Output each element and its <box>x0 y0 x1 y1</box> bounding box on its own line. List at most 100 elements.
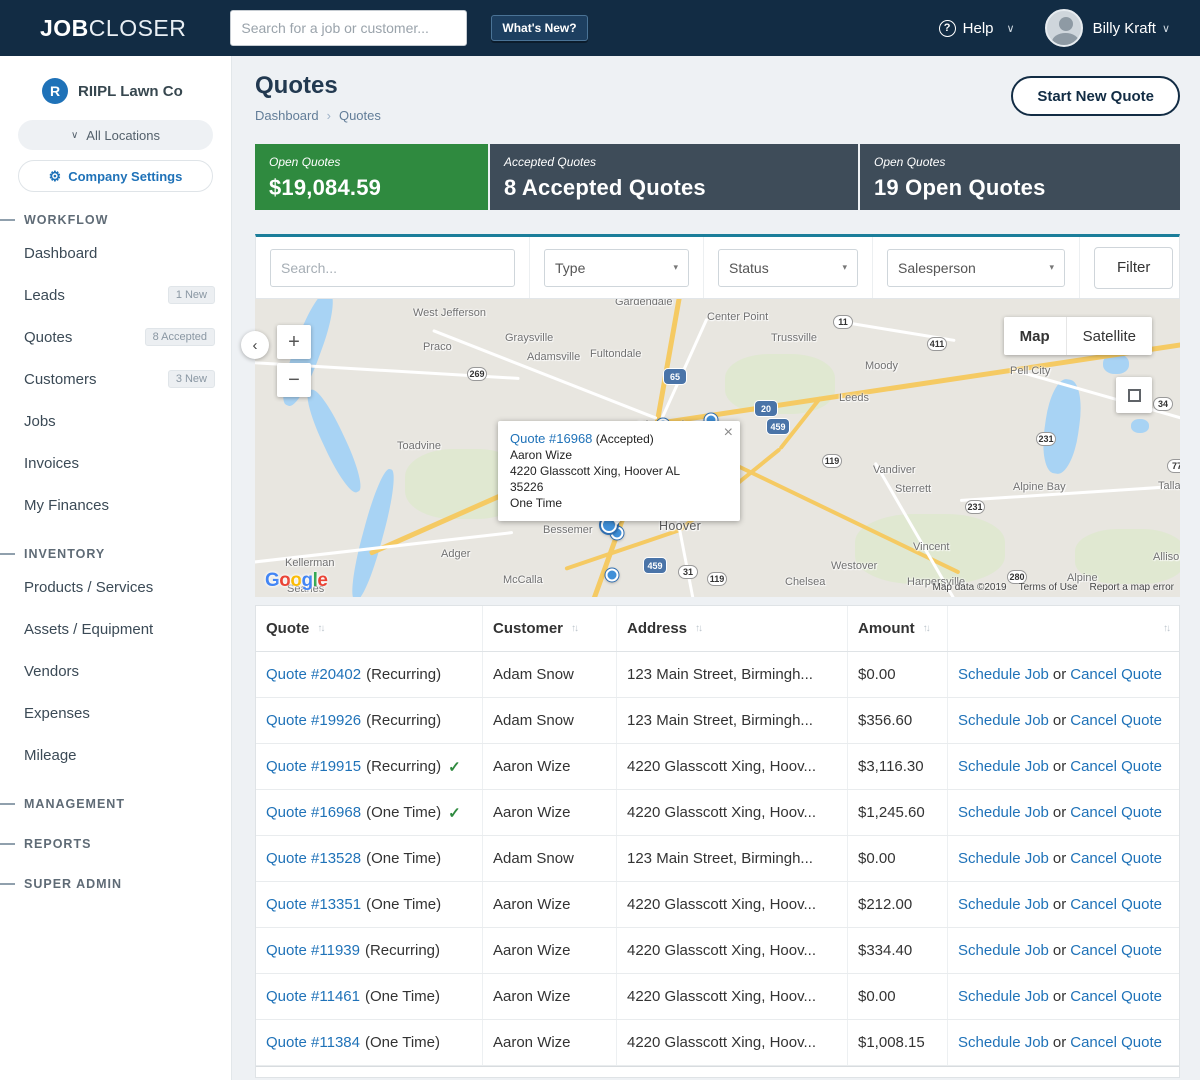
status-select[interactable]: Status ▾ <box>718 249 858 287</box>
cancel-quote-link[interactable]: Cancel Quote <box>1070 804 1162 821</box>
schedule-job-link[interactable]: Schedule Job <box>958 1034 1049 1051</box>
breadcrumb-current: Quotes <box>339 108 381 123</box>
sidebar-item-customers[interactable]: Customers3 New <box>0 358 231 400</box>
column-header-actions[interactable]: ↑↓ <box>948 606 1179 651</box>
cancel-quote-link[interactable]: Cancel Quote <box>1070 712 1162 729</box>
sidebar-item-vendors[interactable]: Vendors <box>0 650 231 692</box>
sidebar-item-expenses[interactable]: Expenses <box>0 692 231 734</box>
sidebar-item-assets-equipment[interactable]: Assets / Equipment <box>0 608 231 650</box>
map[interactable]: + − Map Satellite Quote #16968 (Accepted… <box>255 299 1180 597</box>
zoom-in-button[interactable]: + <box>277 325 311 359</box>
schedule-job-link[interactable]: Schedule Job <box>958 804 1049 821</box>
map-label-mccalla: McCalla <box>503 574 543 586</box>
close-icon[interactable]: × <box>724 425 733 441</box>
quote-link[interactable]: Quote #11939 <box>266 942 360 959</box>
sidebar-item-dashboard[interactable]: Dashboard <box>0 232 231 274</box>
type-select[interactable]: Type ▾ <box>544 249 689 287</box>
column-header-quote[interactable]: Quote ↑↓ <box>256 606 483 651</box>
cancel-quote-link[interactable]: Cancel Quote <box>1070 1034 1162 1051</box>
schedule-job-link[interactable]: Schedule Job <box>958 712 1049 729</box>
sort-icon[interactable]: ↑↓ <box>1163 623 1169 634</box>
info-frequency: One Time <box>510 495 714 511</box>
stat-label: Open Quotes <box>874 155 1166 169</box>
sidebar-item-products-services[interactable]: Products / Services <box>0 566 231 608</box>
schedule-job-link[interactable]: Schedule Job <box>958 850 1049 867</box>
sidebar-item-mileage[interactable]: Mileage <box>0 734 231 776</box>
breadcrumb-dashboard[interactable]: Dashboard <box>255 108 319 123</box>
or-text: or <box>1053 896 1066 913</box>
column-header-customer[interactable]: Customer↑↓ <box>483 606 617 651</box>
user-menu[interactable]: Billy Kraft ∨ <box>1093 20 1170 37</box>
quote-link[interactable]: Quote #11384 <box>266 1034 360 1051</box>
customer-cell: Aaron Wize <box>483 928 617 973</box>
map-label-hoover: Hoover <box>659 519 701 533</box>
satellite-view-button[interactable]: Satellite <box>1066 317 1152 355</box>
accepted-check-icon: ✓ <box>448 758 461 776</box>
schedule-job-link[interactable]: Schedule Job <box>958 666 1049 683</box>
quote-link[interactable]: Quote #20402 <box>266 666 361 683</box>
sidebar-nav: WORKFLOWDashboardLeads1 NewQuotes8 Accep… <box>0 208 231 896</box>
quote-cell: Quote #16968(One Time)✓ <box>256 790 483 835</box>
sidebar-item-invoices[interactable]: Invoices <box>0 442 231 484</box>
filter-salesperson-section: Salesperson ▾ <box>873 237 1080 298</box>
map-water <box>300 386 367 497</box>
map-marker-5[interactable] <box>606 569 619 582</box>
user-avatar[interactable] <box>1045 9 1083 47</box>
sort-icon[interactable]: ↑↓ <box>923 623 929 634</box>
map-label-trussville: Trussville <box>771 332 817 344</box>
quote-link[interactable]: Quote #13351 <box>266 896 361 913</box>
filter-button[interactable]: Filter <box>1094 247 1173 289</box>
start-new-quote-button[interactable]: Start New Quote <box>1011 76 1180 116</box>
address-cell: 4220 Glasscott Xing, Hoov... <box>617 974 848 1019</box>
quote-link[interactable]: Quote #16968 <box>266 804 361 821</box>
terms-link[interactable]: Terms of Use <box>1019 582 1078 593</box>
locations-dropdown[interactable]: ∨ All Locations <box>18 120 213 150</box>
customer-cell: Aaron Wize <box>483 790 617 835</box>
quote-search-input[interactable] <box>270 249 515 287</box>
whats-new-button[interactable]: What's New? <box>491 15 587 41</box>
global-search-input[interactable] <box>230 10 467 46</box>
quote-link[interactable]: Quote #16968 <box>510 431 592 446</box>
schedule-job-link[interactable]: Schedule Job <box>958 988 1049 1005</box>
schedule-job-link[interactable]: Schedule Job <box>958 896 1049 913</box>
cancel-quote-link[interactable]: Cancel Quote <box>1070 850 1162 867</box>
quote-link[interactable]: Quote #13528 <box>266 850 361 867</box>
column-header-amount[interactable]: Amount↑↓ <box>848 606 948 651</box>
schedule-job-link[interactable]: Schedule Job <box>958 758 1049 775</box>
quote-link[interactable]: Quote #11461 <box>266 988 360 1005</box>
sidebar-item-jobs[interactable]: Jobs <box>0 400 231 442</box>
sidebar-item-my-finances[interactable]: My Finances <box>0 484 231 526</box>
zoom-out-button[interactable]: − <box>277 363 311 397</box>
report-error-link[interactable]: Report a map error <box>1090 582 1174 593</box>
sort-icon[interactable]: ↑↓ <box>695 623 701 634</box>
customer-cell: Aaron Wize <box>483 974 617 1019</box>
quote-link[interactable]: Quote #19926 <box>266 712 361 729</box>
column-header-address[interactable]: Address↑↓ <box>617 606 848 651</box>
cancel-quote-link[interactable]: Cancel Quote <box>1070 942 1162 959</box>
logo-light: CLOSER <box>89 15 187 41</box>
map-label-adamsville: Adamsville <box>527 351 580 363</box>
fullscreen-button[interactable] <box>1116 377 1152 413</box>
help-menu[interactable]: ? Help ∨ <box>939 20 1015 37</box>
sort-icon[interactable]: ↑↓ <box>571 623 577 634</box>
quote-link[interactable]: Quote #19915 <box>266 758 361 775</box>
cancel-quote-link[interactable]: Cancel Quote <box>1070 758 1162 775</box>
salesperson-select[interactable]: Salesperson ▾ <box>887 249 1065 287</box>
map-label-praco: Praco <box>423 341 452 353</box>
cancel-quote-link[interactable]: Cancel Quote <box>1070 988 1162 1005</box>
collapse-panel-button[interactable]: ‹ <box>241 331 269 359</box>
map-view-button[interactable]: Map <box>1004 317 1066 355</box>
sidebar-item-leads[interactable]: Leads1 New <box>0 274 231 316</box>
actions-cell: Schedule JoborCancel Quote <box>948 698 1179 743</box>
stat-accepted-quotes: Accepted Quotes 8 Accepted Quotes <box>490 144 858 210</box>
or-text: or <box>1053 1034 1066 1051</box>
actions-cell: Schedule JoborCancel Quote <box>948 790 1179 835</box>
chevron-down-icon: ∨ <box>1007 22 1015 35</box>
column-label: Quote <box>266 620 309 637</box>
cancel-quote-link[interactable]: Cancel Quote <box>1070 896 1162 913</box>
cancel-quote-link[interactable]: Cancel Quote <box>1070 666 1162 683</box>
schedule-job-link[interactable]: Schedule Job <box>958 942 1049 959</box>
sort-icon[interactable]: ↑↓ <box>317 623 323 634</box>
sidebar-item-quotes[interactable]: Quotes8 Accepted <box>0 316 231 358</box>
company-settings-button[interactable]: ⚙ Company Settings <box>18 160 213 192</box>
